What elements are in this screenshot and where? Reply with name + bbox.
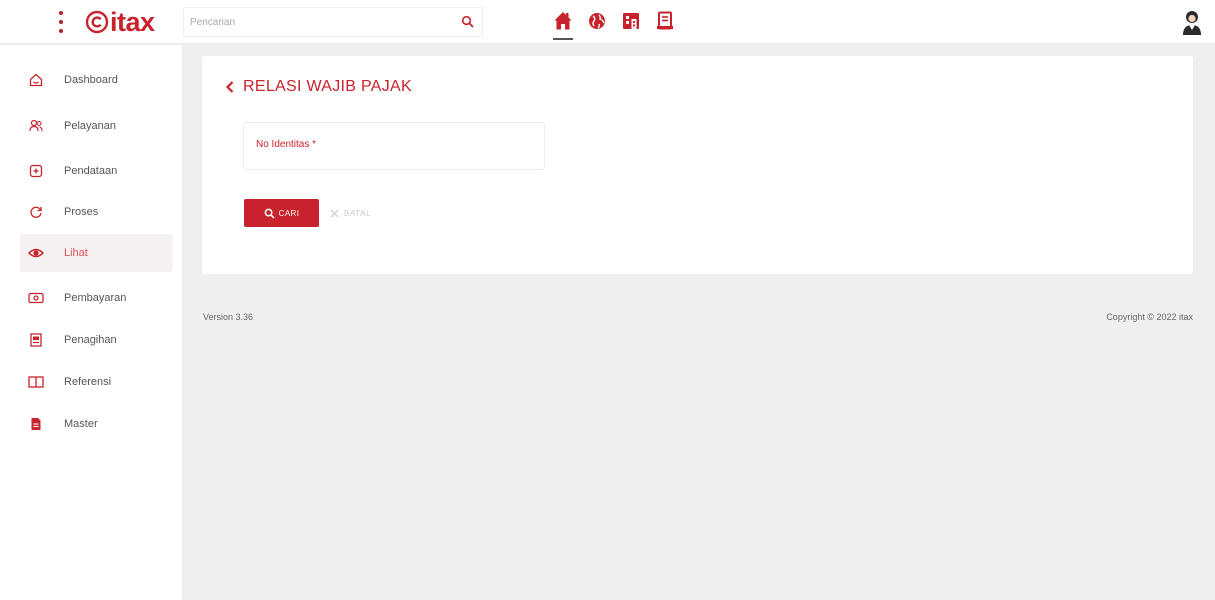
close-icon (330, 209, 339, 217)
top-nav (546, 8, 682, 40)
nav-home[interactable] (546, 8, 580, 40)
back-link[interactable]: RELASI WAJIB PAJAK (225, 76, 412, 98)
nav-document[interactable] (648, 8, 682, 38)
chevron-left-icon (225, 81, 234, 93)
sidebar-item-label: Penagihan (64, 334, 117, 346)
sidebar-item-pembayaran[interactable]: Pembayaran (20, 279, 173, 317)
nav-building[interactable] (614, 8, 648, 38)
cari-label: CARI (278, 208, 300, 218)
sidebar-item-label: Pelayanan (64, 120, 116, 132)
refresh-icon (28, 204, 44, 220)
home-outline-icon (28, 72, 44, 88)
sidebar-item-pelayanan[interactable]: Pelayanan (20, 107, 173, 145)
sidebar-item-penagihan[interactable]: Penagihan (20, 321, 173, 359)
copyright-text: Copyright © 2022 itax (1106, 312, 1193, 322)
document-icon (657, 11, 673, 30)
payment-icon (28, 290, 44, 306)
search-box (183, 7, 483, 37)
home-icon (554, 12, 572, 30)
batal-label: BATAL (344, 208, 372, 218)
itax-logo[interactable]: itax (85, 6, 155, 38)
page-title: RELASI WAJIB PAJAK (243, 78, 413, 95)
sidebar-item-label: Referensi (64, 376, 112, 388)
search-input[interactable] (184, 8, 454, 36)
sidebar: Dashboard Pelayanan Pendataan Proses Lih… (0, 45, 182, 600)
sidebar-item-dashboard[interactable]: Dashboard (20, 61, 173, 99)
sidebar-item-master[interactable]: Master (20, 405, 173, 443)
users-icon (28, 118, 44, 134)
sidebar-item-proses[interactable]: Proses (20, 193, 173, 231)
sidebar-item-referensi[interactable]: Referensi (20, 363, 173, 401)
sidebar-item-pendataan[interactable]: Pendataan (20, 152, 173, 190)
batal-button[interactable]: BATAL (325, 199, 395, 227)
sidebar-item-label: Master (64, 418, 98, 430)
sidebar-item-label: Lihat (64, 247, 88, 259)
sidebar-item-lihat[interactable]: Lihat (20, 234, 173, 272)
version-text: Version 3.36 (203, 312, 254, 322)
file-icon (28, 416, 44, 432)
eye-icon (28, 245, 44, 261)
search-icon[interactable] (460, 14, 476, 30)
copyright-logo-icon (85, 10, 109, 34)
search-card: RELASI WAJIB PAJAK No Identitas * CARI B… (202, 56, 1193, 274)
nav-globe[interactable] (580, 8, 614, 38)
sidebar-item-label: Dashboard (64, 74, 118, 86)
no-identitas-input[interactable] (245, 124, 543, 168)
building-icon (623, 13, 639, 29)
sidebar-item-label: Proses (64, 206, 99, 218)
no-identitas-field: No Identitas * (243, 122, 545, 170)
invoice-icon (28, 332, 44, 348)
logo-text: itax (110, 7, 155, 37)
sidebar-item-label: Pembayaran (64, 292, 127, 304)
globe-icon (589, 13, 605, 29)
cari-button[interactable]: CARI (244, 199, 319, 227)
book-icon (28, 374, 44, 390)
top-bar: itax (0, 0, 1215, 44)
menu-toggle-icon[interactable] (50, 9, 72, 35)
sidebar-item-label: Pendataan (64, 165, 118, 177)
search-icon (264, 208, 275, 219)
user-avatar[interactable] (1180, 8, 1204, 36)
add-box-icon (28, 163, 44, 179)
